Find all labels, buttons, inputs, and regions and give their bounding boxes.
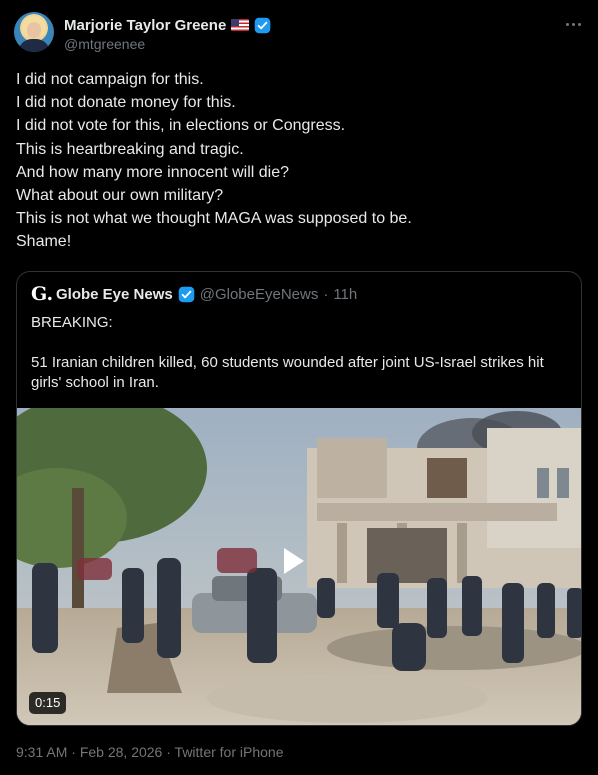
- separator-dot: ·: [71, 744, 76, 760]
- quoted-tweet-header: G. Globe Eye News @GlobeEyeNews · 11h: [31, 284, 357, 304]
- quoted-timestamp[interactable]: 11h: [333, 286, 357, 303]
- author-avatar[interactable]: [14, 12, 54, 52]
- separator-dot: ·: [166, 744, 171, 760]
- author-name-row: Marjorie Taylor Greene: [64, 15, 271, 35]
- separator-dot: ·: [323, 285, 329, 303]
- quoted-paragraph: BREAKING:: [31, 314, 113, 331]
- video-duration-badge: 0:15: [29, 692, 67, 714]
- tweet-source[interactable]: Twitter for iPhone: [175, 744, 284, 760]
- author-display-name[interactable]: Marjorie Taylor Greene: [64, 17, 226, 34]
- tweet-header: Marjorie Taylor Greene @mtgreenee: [14, 12, 584, 56]
- play-icon: [284, 548, 304, 574]
- globe-eye-logo: G.: [31, 283, 54, 305]
- quoted-paragraph: 51 Iranian children killed, 60 students …: [31, 354, 544, 391]
- tweet-line: Shame!: [16, 233, 72, 251]
- tweet-line: This is not what we thought MAGA was sup…: [16, 210, 412, 228]
- quoted-author-handle[interactable]: @GlobeEyeNews: [200, 286, 319, 303]
- quoted-tweet-text: BREAKING: 51 Iranian children killed, 60…: [31, 313, 571, 413]
- tweet-date[interactable]: Feb 28, 2026: [80, 744, 163, 760]
- author-handle[interactable]: @mtgreenee: [64, 36, 145, 52]
- tweet-line: And how many more innocent will die?: [16, 163, 290, 181]
- tweet-line: I did not donate money for this.: [16, 94, 236, 112]
- tweet-footer: 9:31 AM · Feb 28, 2026 · Twitter for iPh…: [16, 744, 283, 760]
- tweet-line: What about our own military?: [16, 187, 224, 205]
- more-options-icon[interactable]: [562, 16, 584, 32]
- tweet-line: This is heartbreaking and tragic.: [16, 140, 244, 158]
- quoted-author-name[interactable]: Globe Eye News: [56, 286, 173, 303]
- us-flag-icon: [231, 19, 250, 31]
- tweet-line: I did not campaign for this.: [16, 71, 204, 88]
- verified-badge-icon: [178, 286, 195, 302]
- verified-badge-icon: [255, 17, 271, 33]
- video-thumbnail[interactable]: 0:15: [17, 408, 581, 725]
- quoted-tweet[interactable]: G. Globe Eye News @GlobeEyeNews · 11h BR…: [16, 271, 582, 726]
- tweet-text: I did not campaign for this. I did not d…: [16, 68, 582, 254]
- play-button[interactable]: [280, 546, 322, 588]
- tweet-time[interactable]: 9:31 AM: [16, 744, 67, 760]
- tweet-line: I did not vote for this, in elections or…: [16, 117, 346, 135]
